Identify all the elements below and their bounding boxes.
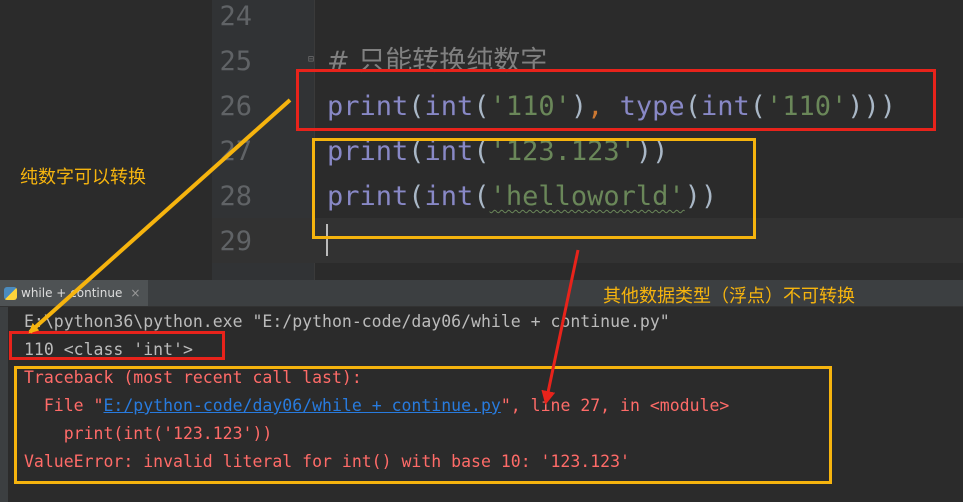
annotation-other-types: 其他数据类型（浮点）不可转换	[603, 286, 855, 307]
line-number: 26	[219, 91, 252, 122]
annotation-pure-number: 纯数字可以转换	[20, 167, 146, 188]
close-icon[interactable]: ×	[130, 286, 140, 300]
highlight-box-int-success	[296, 69, 936, 131]
run-tab[interactable]: while + continue ×	[0, 280, 149, 306]
line-number: 25	[219, 46, 252, 77]
fold-icon[interactable]: ⊟	[308, 54, 318, 66]
line-number: 29	[219, 226, 252, 257]
line-number: 24	[219, 1, 252, 32]
highlight-box-output	[9, 331, 225, 360]
python-file-icon	[4, 286, 17, 300]
highlight-box-int-failure	[312, 138, 756, 239]
console-toolbar-strip	[0, 307, 8, 502]
highlight-box-traceback	[14, 366, 832, 484]
run-tab-label: while + continue	[21, 286, 123, 300]
line-number: 28	[219, 181, 252, 212]
line-number: 27	[219, 136, 252, 167]
